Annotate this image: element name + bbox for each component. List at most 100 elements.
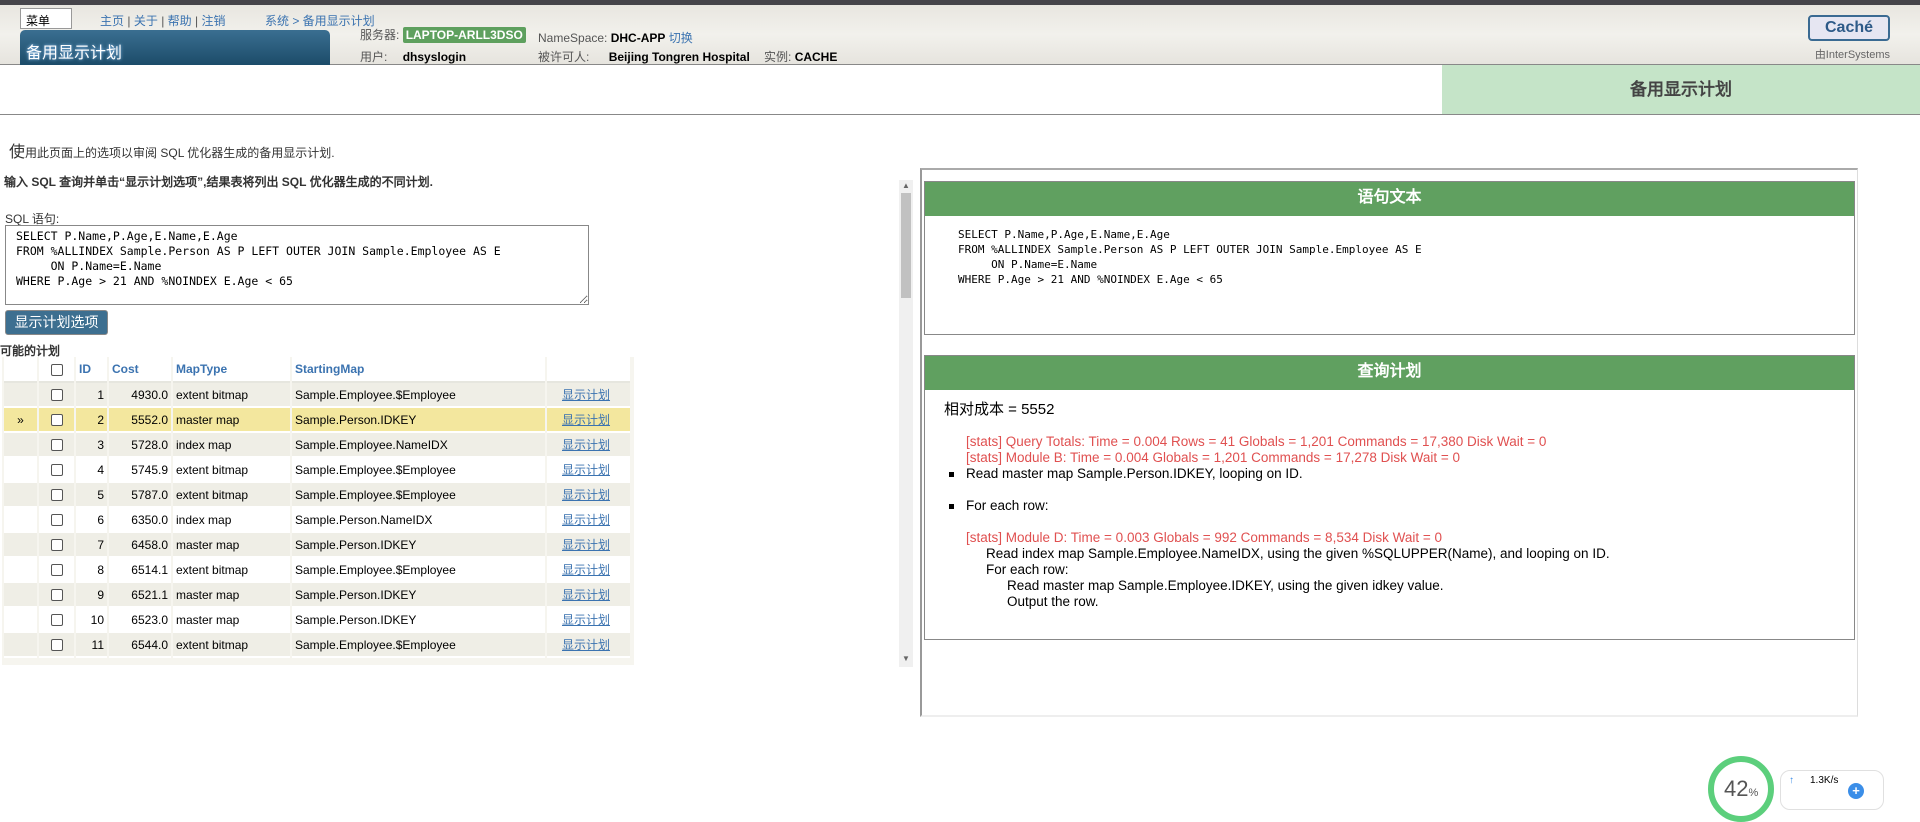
row-checkbox[interactable] (50, 439, 63, 452)
table-row[interactable]: 10 6523.0 master map Sample.Person.IDKEY… (4, 608, 630, 633)
instance-label: 实例: (764, 50, 792, 64)
cell-action: 显示计划 (547, 583, 630, 608)
plan-substep: Output the row. (1007, 594, 1099, 609)
namespace-info: NameSpace: DHC-APP 切换 (538, 29, 693, 46)
show-plan-link[interactable]: 显示计划 (562, 488, 610, 502)
row-checkbox-cell (39, 583, 74, 608)
sql-input[interactable]: SELECT P.Name,P.Age,E.Name,E.Age FROM %A… (5, 225, 589, 305)
plus-icon[interactable]: + (1848, 783, 1864, 799)
statement-text: SELECT P.Name,P.Age,E.Name,E.Age FROM %A… (958, 228, 1422, 286)
cell-cost: 5745.9 (109, 458, 171, 483)
cell-action: 显示计划 (547, 533, 630, 558)
row-checkbox-cell (39, 483, 74, 508)
switch-link[interactable]: 切换 (669, 31, 693, 45)
show-plan-link[interactable]: 显示计划 (562, 513, 610, 527)
plan-substep: Read index map Sample.Employee.NameIDX, … (986, 546, 1610, 561)
show-plan-link[interactable]: 显示计划 (562, 388, 610, 402)
row-checkbox[interactable] (50, 464, 63, 477)
row-checkbox[interactable] (50, 614, 63, 627)
row-checkbox[interactable] (50, 539, 63, 552)
section-title: 备用显示计划 (1442, 65, 1920, 114)
home-link[interactable]: 主页 (100, 14, 124, 28)
selected-marker (4, 608, 37, 633)
col-maptype[interactable]: MapType (173, 357, 290, 383)
plan-step: For each row: (944, 498, 1835, 514)
cell-maptype: master map (173, 608, 290, 633)
cell-id: 10 (76, 608, 107, 633)
select-all-checkbox[interactable] (50, 363, 63, 376)
table-row[interactable]: 6 6350.0 index map Sample.Person.NameIDX… (4, 508, 630, 533)
cell-startingmap: Sample.Employee.$Employee (292, 458, 545, 483)
cell-cost: 6521.1 (109, 583, 171, 608)
cell-cost: 5728.0 (109, 433, 171, 458)
table-row[interactable]: 7 6458.0 master map Sample.Person.IDKEY … (4, 533, 630, 558)
table-row[interactable]: 11 6544.0 extent bitmap Sample.Employee.… (4, 633, 630, 658)
statement-title: 语句文本 (925, 182, 1854, 216)
row-checkbox-cell (39, 383, 74, 408)
help-link[interactable]: 帮助 (168, 14, 192, 28)
row-checkbox[interactable] (50, 489, 63, 502)
cache-logo-button[interactable]: Caché (1808, 15, 1890, 41)
show-plan-link[interactable]: 显示计划 (562, 613, 610, 627)
table-header-row: ID Cost MapType StartingMap (4, 357, 630, 383)
cell-id: 7 (76, 533, 107, 558)
show-plan-link[interactable]: 显示计划 (562, 588, 610, 602)
intro-rest: 用此页面上的选项以审阅 SQL 优化器生成的备用显示计划. (25, 146, 335, 160)
col-cost[interactable]: Cost (109, 357, 171, 383)
cell-action: 显示计划 (547, 558, 630, 583)
row-checkbox[interactable] (50, 514, 63, 527)
cell-cost: 6544.0 (109, 633, 171, 658)
about-link[interactable]: 关于 (134, 14, 158, 28)
cell-maptype: extent bitmap (173, 483, 290, 508)
breadcrumb[interactable]: 系统 > 备用显示计划 (265, 12, 375, 29)
row-checkbox[interactable] (50, 589, 63, 602)
row-checkbox-cell (39, 558, 74, 583)
scroll-down-icon[interactable]: ▼ (899, 654, 913, 663)
cell-startingmap: Sample.Employee.$Employee (292, 483, 545, 508)
right-scrollbar[interactable]: ▲ ▼ (899, 180, 913, 667)
col-id[interactable]: ID (76, 357, 107, 383)
cell-id: 2 (76, 408, 107, 433)
col-startingmap[interactable]: StartingMap (292, 357, 545, 383)
selected-marker: » (4, 408, 37, 433)
relative-cost: 相对成本 = 5552 (944, 401, 1055, 418)
upload-speed: 1.3K/s (1810, 775, 1839, 786)
row-checkbox[interactable] (50, 639, 63, 652)
namespace-value: DHC-APP (610, 31, 666, 45)
show-plan-link[interactable]: 显示计划 (562, 563, 610, 577)
table-row[interactable]: 4 5745.9 extent bitmap Sample.Employee.$… (4, 458, 630, 483)
cell-startingmap: Sample.Person.IDKEY (292, 533, 545, 558)
table-row[interactable]: 5 5787.0 extent bitmap Sample.Employee.$… (4, 483, 630, 508)
row-checkbox[interactable] (50, 414, 63, 427)
cell-cost: 6514.1 (109, 558, 171, 583)
row-checkbox-cell (39, 508, 74, 533)
table-row[interactable]: » 2 5552.0 master map Sample.Person.IDKE… (4, 408, 630, 433)
cell-maptype: extent bitmap (173, 633, 290, 658)
title-bar: 备用显示计划 (0, 65, 1920, 115)
row-checkbox-cell (39, 633, 74, 658)
logout-link[interactable]: 注销 (201, 14, 225, 28)
intro-first-char: 使 (9, 144, 26, 161)
cell-id: 5 (76, 483, 107, 508)
upload-arrow-icon: ↑ (1789, 775, 1794, 786)
row-checkbox[interactable] (50, 389, 63, 402)
speed-panel: ↑ 1.3K/s (1780, 770, 1884, 810)
row-checkbox[interactable] (50, 564, 63, 577)
cell-maptype: master map (173, 533, 290, 558)
show-plan-link[interactable]: 显示计划 (562, 438, 610, 452)
table-row[interactable]: 8 6514.1 extent bitmap Sample.Employee.$… (4, 558, 630, 583)
scroll-thumb[interactable] (901, 193, 911, 298)
show-plan-options-button[interactable]: 显示计划选项 (5, 310, 108, 335)
show-plan-link[interactable]: 显示计划 (562, 463, 610, 477)
table-row[interactable]: 3 5728.0 index map Sample.Employee.NameI… (4, 433, 630, 458)
stats-query-totals: [stats] Query Totals: Time = 0.004 Rows … (966, 434, 1547, 449)
show-plan-link[interactable]: 显示计划 (562, 538, 610, 552)
cell-action: 显示计划 (547, 433, 630, 458)
scroll-up-icon[interactable]: ▲ (899, 181, 913, 190)
table-row[interactable]: 1 4930.0 extent bitmap Sample.Employee.$… (4, 383, 630, 408)
show-plan-link[interactable]: 显示计划 (562, 638, 610, 652)
table-row[interactable]: 9 6521.1 master map Sample.Person.IDKEY … (4, 583, 630, 608)
show-plan-link[interactable]: 显示计划 (562, 413, 610, 427)
selected-marker (4, 633, 37, 658)
menu-button[interactable]: 菜单 (20, 8, 72, 29)
